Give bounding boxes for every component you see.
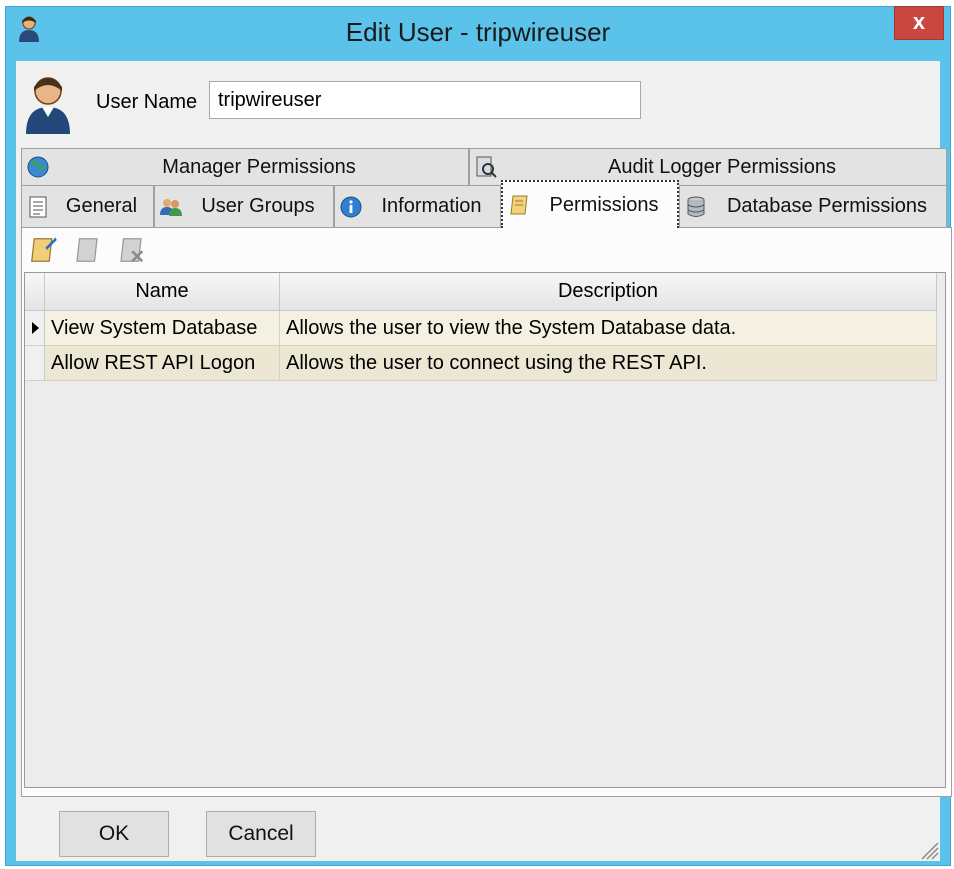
permissions-panel: Name Description View System Database Al…: [21, 227, 952, 797]
tab-general[interactable]: General: [21, 185, 154, 227]
tab-manager-permissions[interactable]: Manager Permissions: [21, 148, 469, 185]
tab-label: Manager Permissions: [162, 155, 356, 178]
tab-database-permissions[interactable]: Database Permissions: [679, 185, 947, 227]
title-bar[interactable]: Edit User - tripwireuser x: [6, 6, 950, 61]
audit-log-icon: [476, 156, 497, 178]
info-icon: [340, 196, 362, 217]
scroll-icon: [510, 195, 528, 215]
cell-description[interactable]: Allows the user to connect using the RES…: [280, 346, 937, 381]
view-permission-button[interactable]: [70, 233, 104, 267]
tab-label: User Groups: [201, 195, 315, 217]
user-group-icon: [160, 198, 182, 216]
tab-information[interactable]: Information: [334, 185, 501, 227]
scroll-icon: [76, 238, 98, 262]
tab-label: Database Permissions: [726, 195, 928, 217]
column-header-name[interactable]: Name: [45, 273, 280, 311]
column-header-description[interactable]: Description: [280, 273, 937, 311]
resize-grip-icon[interactable]: [918, 839, 940, 861]
database-icon: [687, 196, 705, 217]
edit-scroll-icon: [31, 237, 57, 262]
table-row[interactable]: Allow REST API Logon Allows the user to …: [25, 346, 937, 381]
edit-permission-button[interactable]: [26, 233, 60, 267]
document-icon: [29, 196, 47, 217]
tab-permissions[interactable]: Permissions: [501, 180, 679, 228]
cancel-button[interactable]: Cancel: [206, 811, 316, 857]
remove-permission-button[interactable]: [114, 233, 148, 267]
permissions-grid[interactable]: Name Description View System Database Al…: [24, 272, 946, 788]
tab-user-groups[interactable]: User Groups: [154, 185, 334, 227]
cell-name[interactable]: Allow REST API Logon: [45, 346, 280, 381]
cell-description[interactable]: Allows the user to view the System Datab…: [280, 311, 937, 346]
cell-name[interactable]: View System Database: [45, 311, 280, 346]
tab-label: Information: [381, 195, 482, 217]
user-name-label: User Name: [96, 91, 198, 113]
user-avatar-icon: [26, 77, 70, 134]
tab-label: Permissions: [549, 193, 659, 216]
toolbar: [26, 232, 148, 268]
remove-scroll-icon: [120, 238, 144, 263]
ok-button[interactable]: OK: [59, 811, 169, 857]
grid-header: Name Description: [25, 273, 945, 311]
close-button[interactable]: x: [894, 6, 944, 40]
table-row[interactable]: View System Database Allows the user to …: [25, 311, 937, 346]
globe-key-icon: [27, 156, 49, 178]
tab-label: General: [65, 195, 138, 217]
window-title: Edit User - tripwireuser: [345, 17, 611, 47]
current-row-arrow-icon: [31, 322, 39, 334]
row-selector[interactable]: [25, 346, 45, 381]
edit-user-window: Edit User - tripwireuser x User Name Man…: [5, 6, 952, 866]
row-selector[interactable]: [25, 311, 45, 346]
tab-label: Audit Logger Permissions: [608, 155, 836, 178]
user-name-input[interactable]: [209, 81, 641, 119]
row-selector-header: [25, 273, 45, 311]
dialog-body: User Name Manager Permissions Audit Logg…: [16, 61, 952, 861]
